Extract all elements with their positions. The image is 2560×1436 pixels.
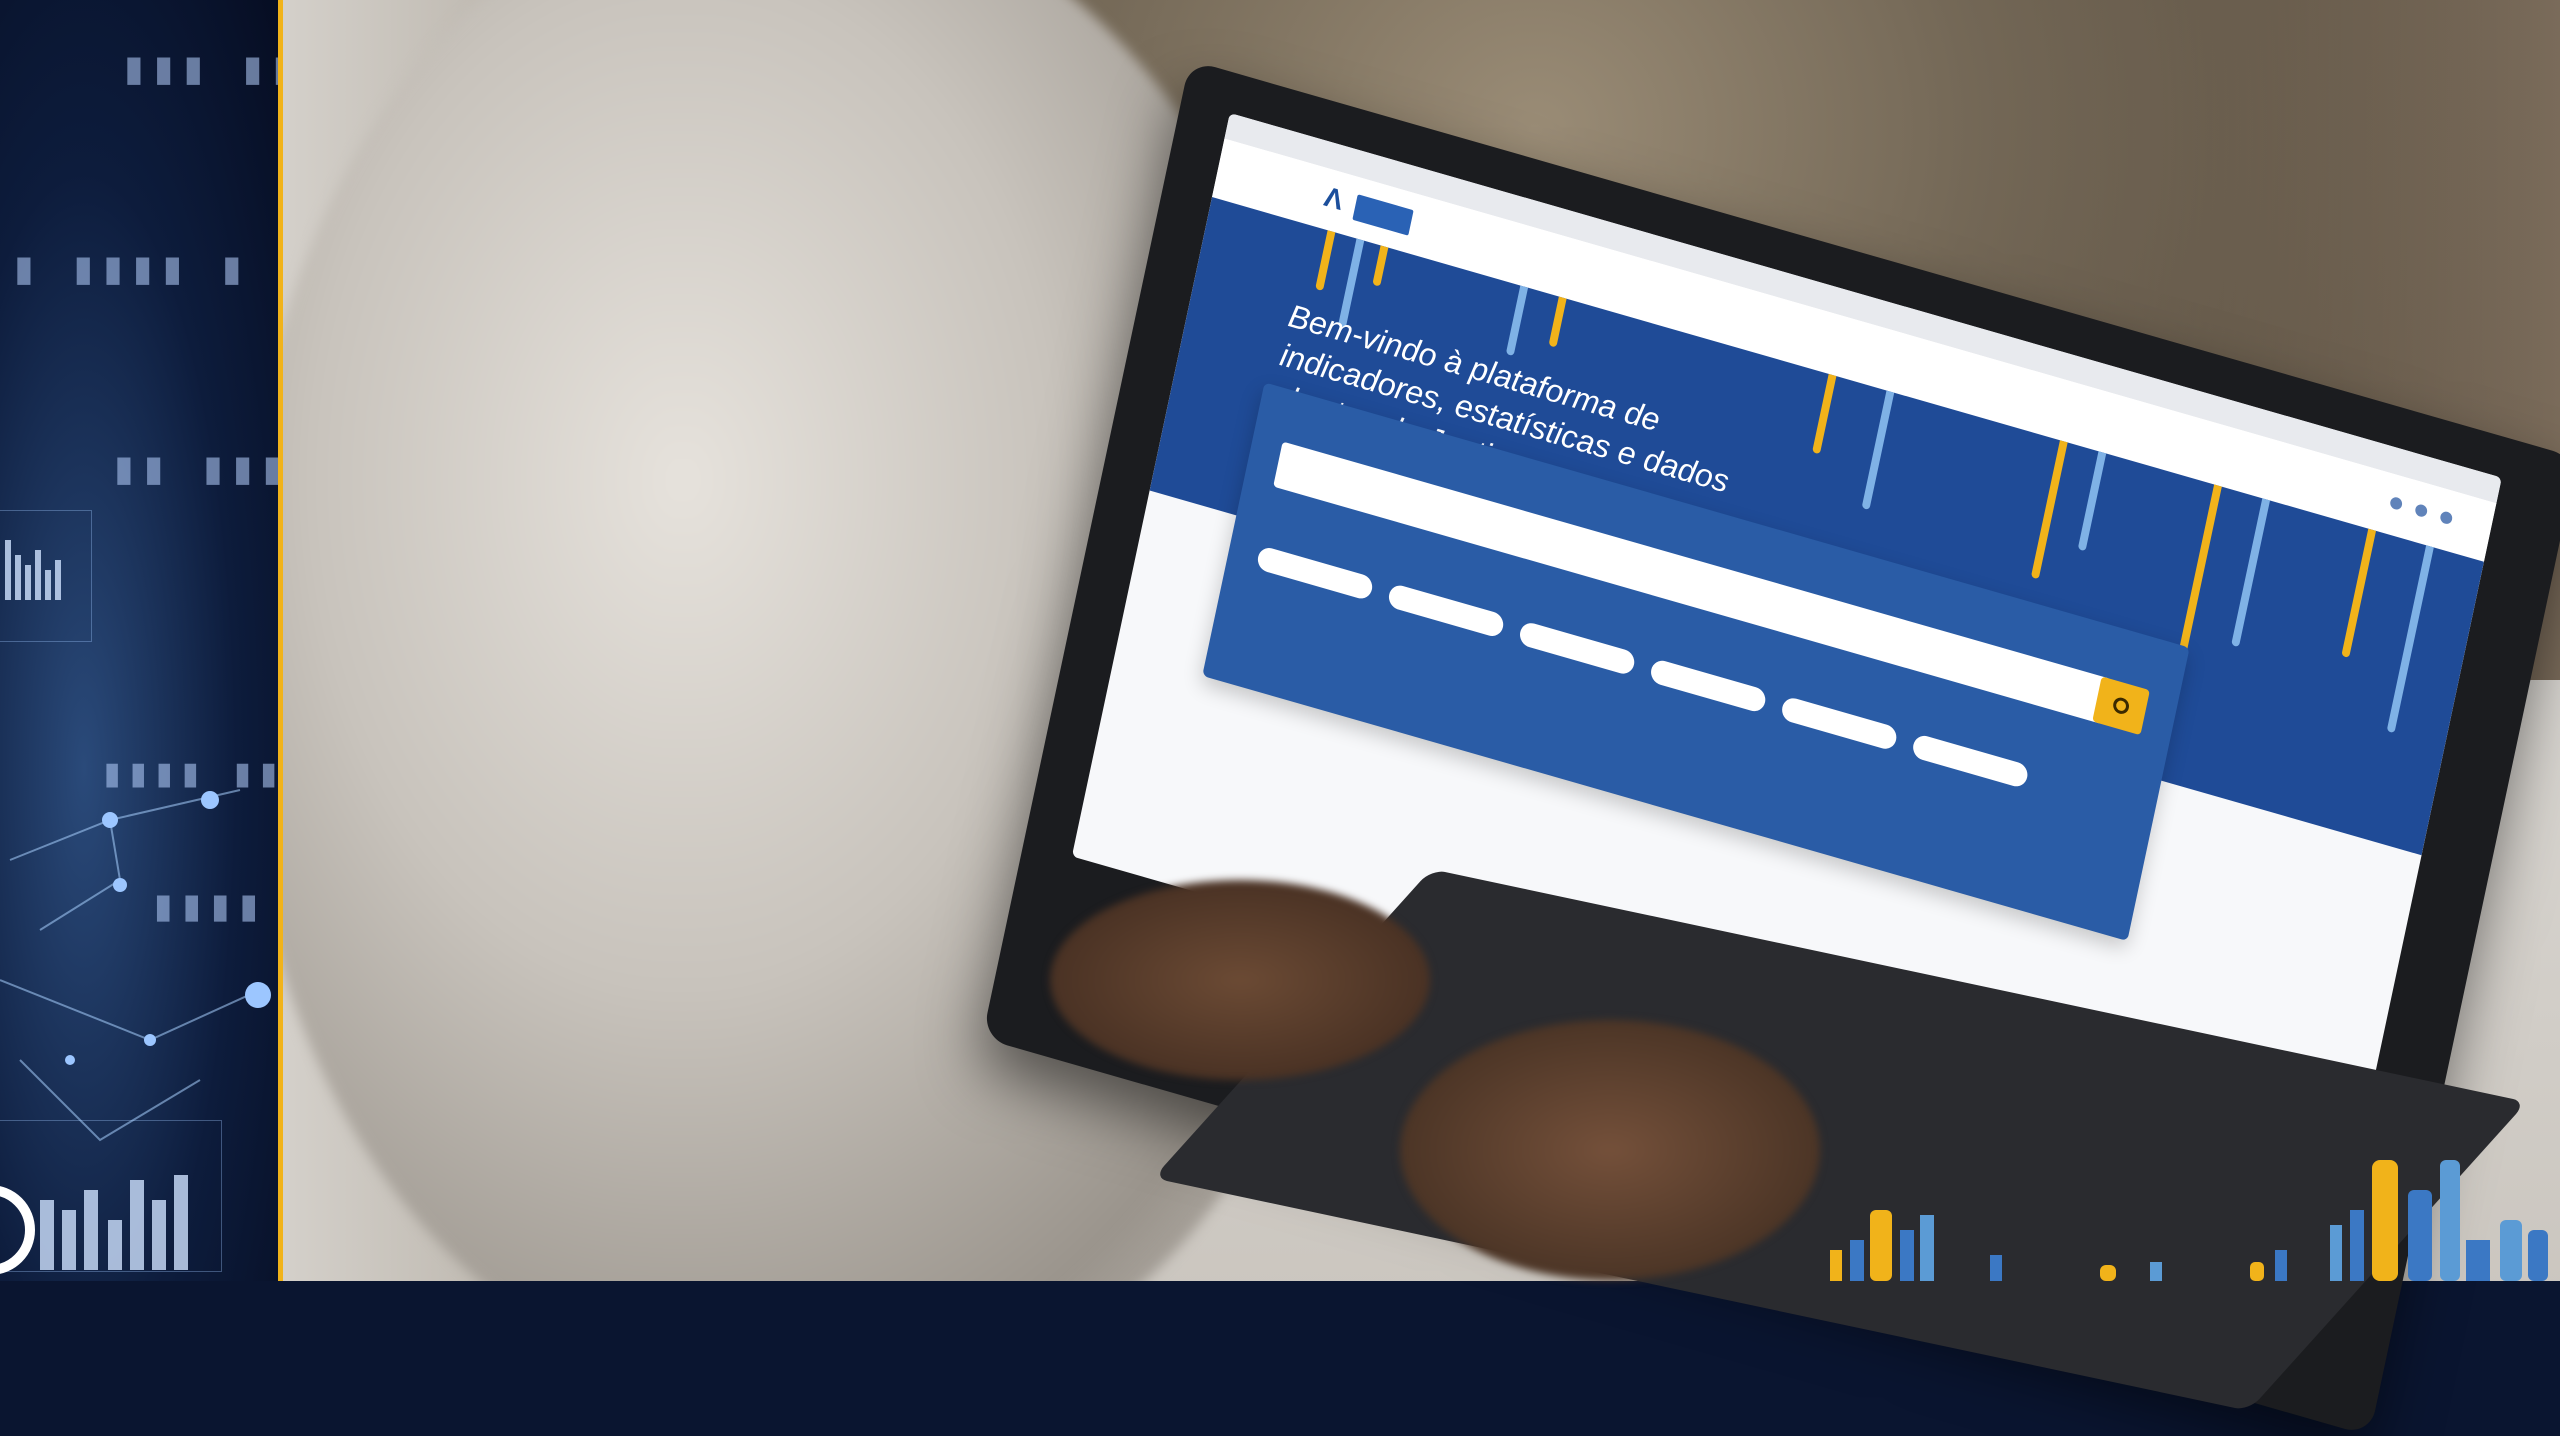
suggestion-chip[interactable] bbox=[1910, 733, 2030, 790]
search-button[interactable] bbox=[2092, 676, 2150, 736]
left-decorative-panel: ▮▮▮ ▮▮▮▮ ▮ ▮▮▮▮ ▮ ▮▮▮ ▮▮ ▮▮▮ ▮▮▮ ▮▮▮▮ ▮▮… bbox=[0, 0, 280, 1281]
hero-decorative-bar bbox=[1861, 390, 1895, 511]
site-logo-mark: Λ bbox=[1321, 180, 1346, 216]
header-icons bbox=[2389, 495, 2454, 526]
search-icon bbox=[2111, 695, 2131, 716]
hero-decorative-bar bbox=[2231, 498, 2271, 648]
hero-decorative-bar bbox=[1548, 296, 1567, 348]
hero-decorative-bar bbox=[1812, 373, 1837, 455]
decorative-network bbox=[0, 540, 271, 1274]
hero-decorative-bar bbox=[2176, 484, 2222, 663]
hero-decorative-bar bbox=[2030, 440, 2068, 580]
suggestion-chip[interactable] bbox=[1255, 545, 1375, 602]
suggestion-chip[interactable] bbox=[1386, 582, 1506, 639]
site-logo-box bbox=[1352, 193, 1415, 236]
left-hand bbox=[1050, 880, 1430, 1080]
hero-decorative-bar bbox=[2386, 545, 2434, 734]
accessibility-icon[interactable] bbox=[2389, 495, 2404, 511]
hero-decorative-bar bbox=[1505, 285, 1529, 357]
contrast-icon[interactable] bbox=[2414, 503, 2429, 519]
hero-decorative-bar bbox=[2341, 528, 2377, 659]
right-hand bbox=[1400, 1020, 1820, 1280]
hero-decorative-bar bbox=[2077, 451, 2107, 552]
hero-decorative-bar bbox=[1372, 245, 1389, 287]
suggestion-chip[interactable] bbox=[1517, 620, 1637, 677]
menu-icon[interactable] bbox=[2439, 510, 2454, 526]
suggestion-chip[interactable] bbox=[1779, 695, 1899, 752]
hero-decorative-bar bbox=[1315, 230, 1336, 292]
suggestion-chip[interactable] bbox=[1648, 657, 1768, 714]
